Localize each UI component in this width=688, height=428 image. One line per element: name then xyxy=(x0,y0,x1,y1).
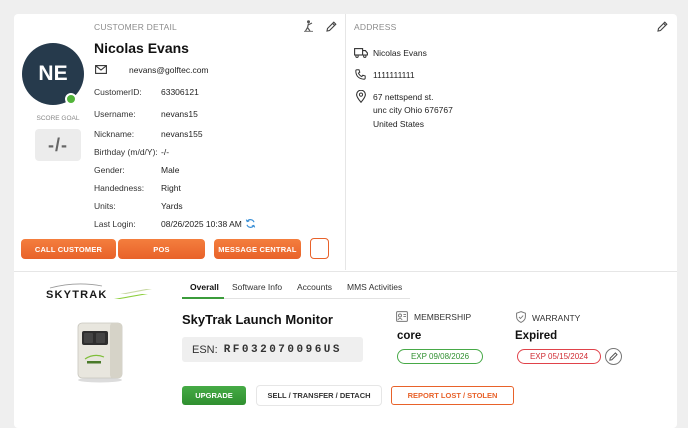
address-line-2: unc city Ohio 676767 xyxy=(373,105,453,115)
online-status-dot xyxy=(65,93,77,105)
handedness-value: Right xyxy=(161,183,181,193)
truck-icon xyxy=(354,48,368,58)
esn-box: ESN: RF032070096US xyxy=(182,337,363,362)
avatar-initials: NE xyxy=(38,62,68,85)
extra-action-button[interactable] xyxy=(310,238,329,259)
customer-card: CUSTOMER DETAIL NE SCORE GOAL -/- Nicola… xyxy=(14,14,677,428)
address-name: Nicolas Evans xyxy=(373,48,427,58)
last-login-label: Last Login: xyxy=(94,219,136,229)
score-goal-value: -/- xyxy=(35,129,81,161)
message-central-button[interactable]: MESSAGE CENTRAL xyxy=(214,239,301,259)
edit-warranty-button[interactable] xyxy=(605,348,622,365)
tab-software-info[interactable]: Software Info xyxy=(232,282,282,292)
skytrak-logo-text: SKYTRAK xyxy=(46,289,108,301)
membership-icon xyxy=(396,311,408,322)
birthday-value: -/- xyxy=(161,147,170,157)
refresh-icon[interactable] xyxy=(245,218,256,229)
pos-button[interactable]: POS xyxy=(118,239,205,259)
warranty-value: Expired xyxy=(515,330,558,342)
tab-mms-activities[interactable]: MMS Activities xyxy=(347,282,402,292)
warranty-shield-icon xyxy=(515,311,526,323)
birthday-label: Birthday (m/d/Y): xyxy=(94,147,158,157)
location-pin-icon xyxy=(355,90,366,103)
warranty-label: WARRANTY xyxy=(532,313,581,323)
tab-accounts[interactable]: Accounts xyxy=(297,282,332,292)
nickname-label: Nickname: xyxy=(94,129,135,139)
score-goal-label: SCORE GOAL xyxy=(36,115,80,122)
warranty-expiry-badge: EXP 05/15/2024 xyxy=(517,349,601,364)
address-phone[interactable]: 1111111111 xyxy=(373,69,415,82)
skytrak-device-image xyxy=(72,319,128,383)
customer-id-value: 63306121 xyxy=(161,87,199,97)
warranty-pencil-icon xyxy=(609,352,618,361)
nickname-value: nevans155 xyxy=(161,129,203,139)
skytrak-logo: SKYTRAK xyxy=(46,282,154,302)
vertical-divider xyxy=(345,14,346,270)
customer-id-label: CustomerID: xyxy=(94,87,142,97)
units-value: Yards xyxy=(161,201,183,211)
address-line-1: 67 nettspend st. xyxy=(373,92,434,102)
membership-value: core xyxy=(397,330,422,342)
gender-label: Gender: xyxy=(94,165,125,175)
username-label: Username: xyxy=(94,109,136,119)
product-title: SkyTrak Launch Monitor xyxy=(182,312,333,327)
customer-email[interactable]: nevans@golftec.com xyxy=(129,65,209,75)
membership-label: MEMBERSHIP xyxy=(414,312,472,322)
address-line-3: United States xyxy=(373,119,425,129)
membership-expiry-badge: EXP 09/08/2026 xyxy=(397,349,483,364)
edit-customer-pencil-icon[interactable] xyxy=(325,20,337,32)
gender-value: Male xyxy=(161,165,180,175)
sell-transfer-detach-button[interactable]: SELL / TRANSFER / DETACH xyxy=(257,386,381,405)
active-tab-indicator xyxy=(182,297,224,299)
golfer-icon[interactable] xyxy=(302,20,314,32)
edit-address-pencil-icon[interactable] xyxy=(656,20,668,32)
customer-name: Nicolas Evans xyxy=(94,40,189,56)
esn-value: RF032070096US xyxy=(223,343,343,356)
upgrade-button[interactable]: UPGRADE xyxy=(182,386,246,405)
handedness-label: Handedness: xyxy=(94,183,145,193)
units-label: Units: xyxy=(94,201,116,211)
username-value: nevans15 xyxy=(161,109,198,119)
tab-overall[interactable]: Overall xyxy=(190,282,219,292)
last-login-value: 08/26/2025 10:38 AM xyxy=(161,219,242,229)
address-title: ADDRESS xyxy=(354,22,397,32)
call-customer-button[interactable]: CALL CUSTOMER xyxy=(21,239,116,259)
horizontal-divider xyxy=(14,271,677,272)
customer-detail-title: CUSTOMER DETAIL xyxy=(94,22,177,32)
report-lost-stolen-button[interactable]: REPORT LOST / STOLEN xyxy=(391,386,514,405)
phone-icon xyxy=(355,69,366,80)
envelope-icon xyxy=(94,64,107,74)
esn-label: ESN: xyxy=(192,343,218,356)
